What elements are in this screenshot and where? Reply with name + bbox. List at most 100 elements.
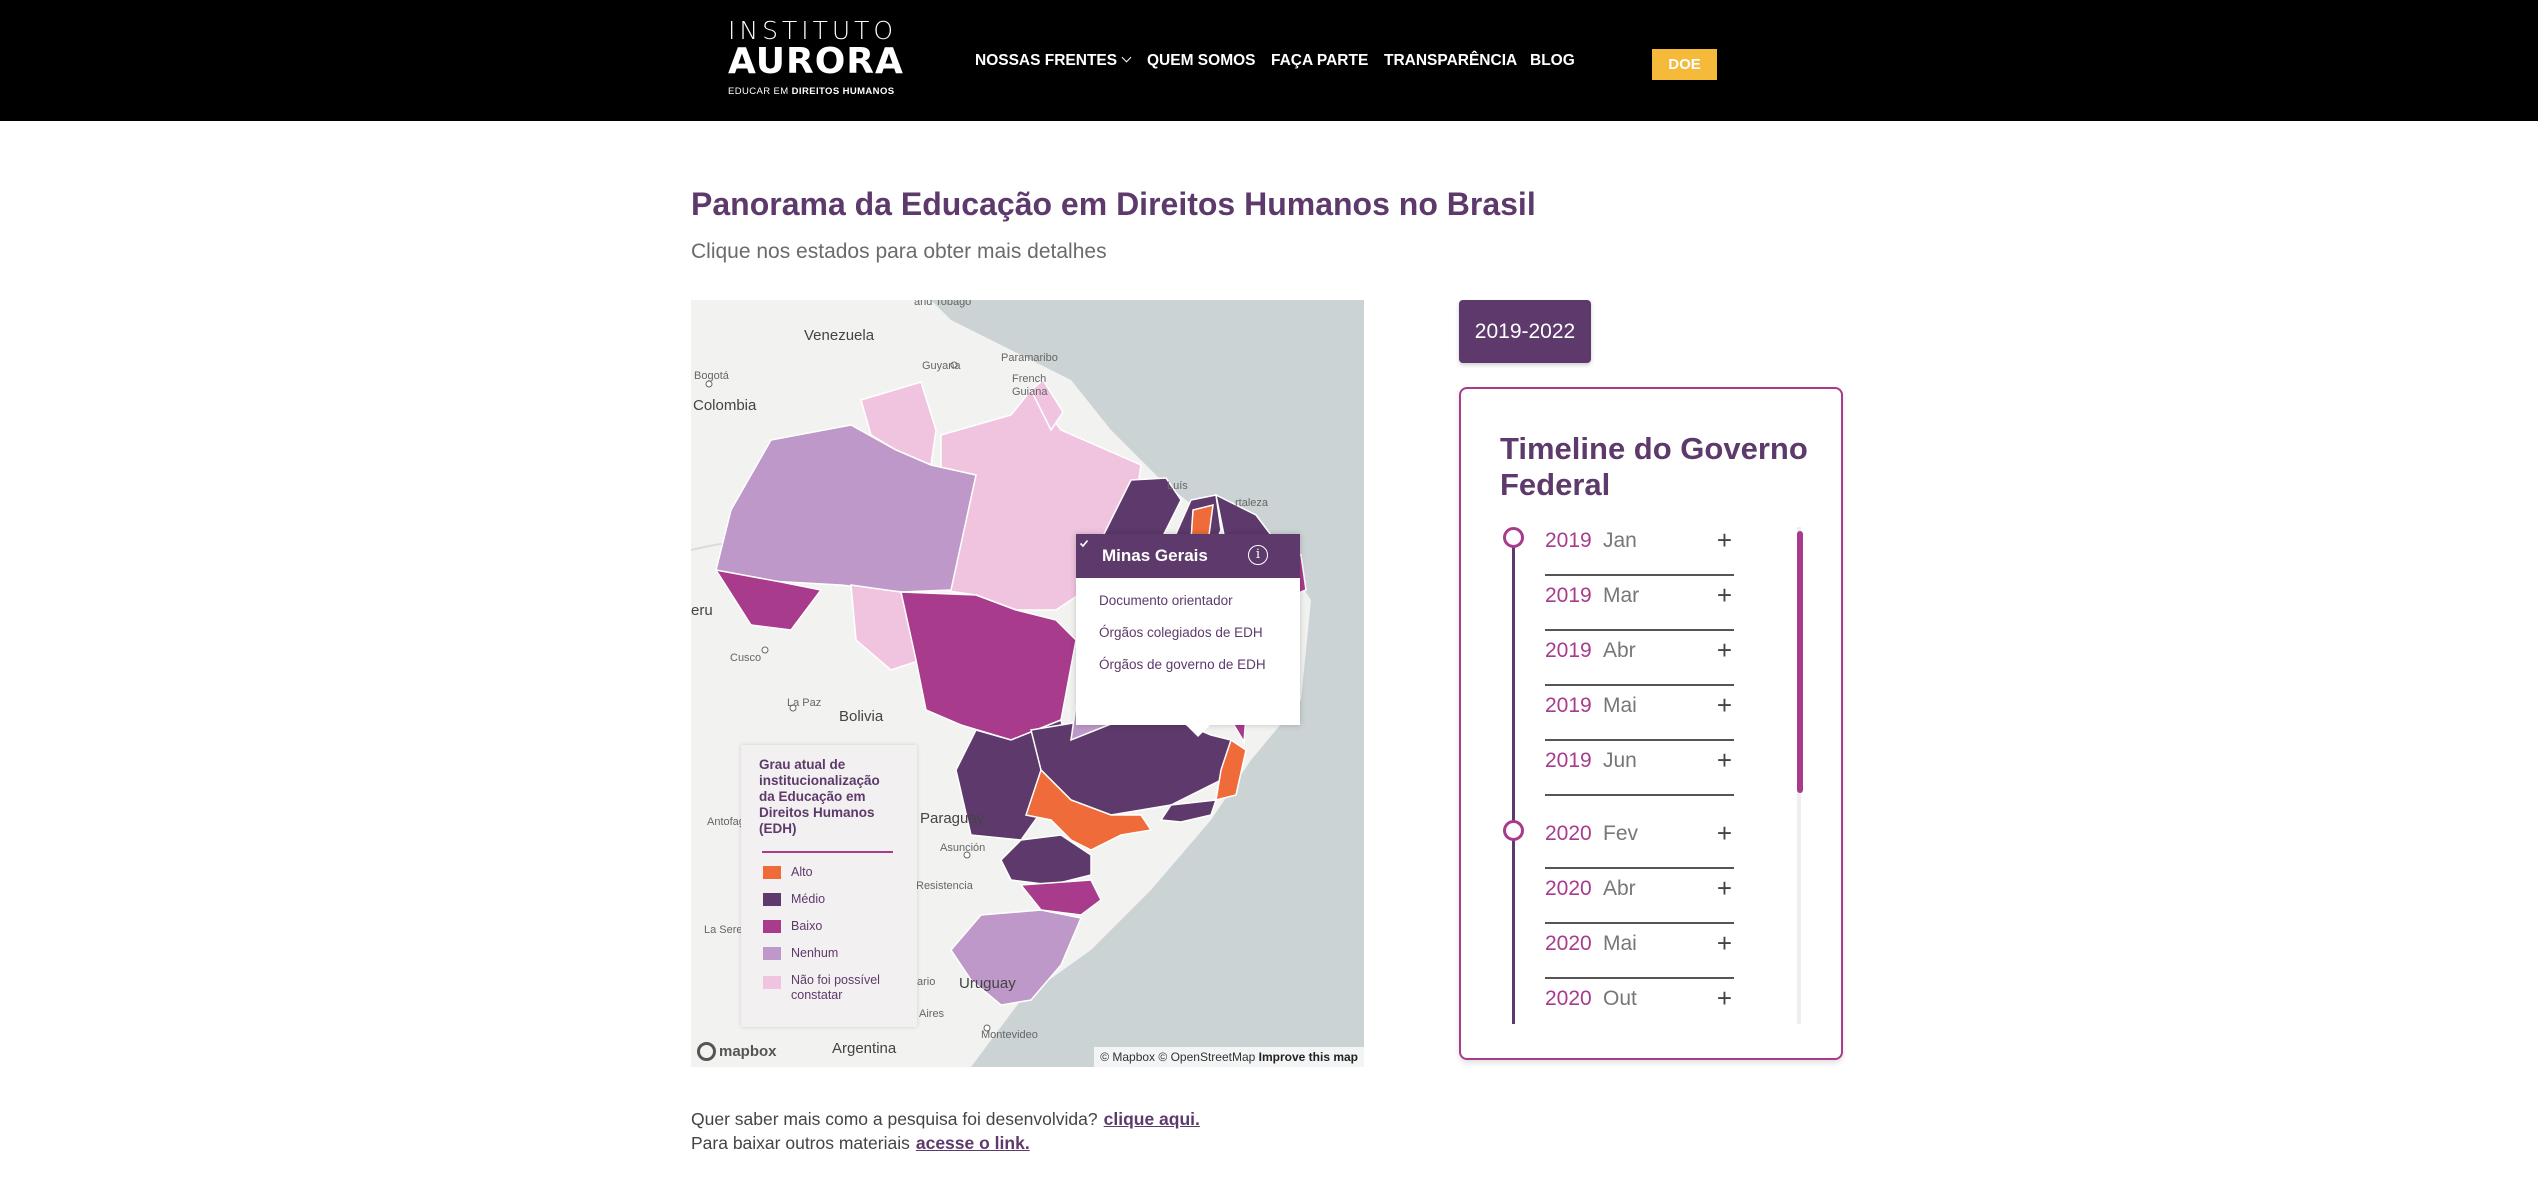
legend-label: Médio xyxy=(791,892,826,906)
timeline-dot xyxy=(1503,527,1524,548)
city-dot xyxy=(761,646,769,654)
timeline-line xyxy=(1512,537,1515,837)
label-la-serena: La Sere xyxy=(704,924,743,936)
popup-row-label: Órgãos de governo de EDH xyxy=(1099,657,1266,672)
entry-month: Jan xyxy=(1603,529,1637,552)
plus-icon[interactable]: + xyxy=(1717,818,1732,849)
legend-item-baixo: Baixo xyxy=(759,919,899,934)
timeline-entry[interactable]: 2019 Mai + xyxy=(1545,686,1734,741)
label-tobago: and Tobago xyxy=(914,300,972,308)
acesse-o-link[interactable]: acesse o link. xyxy=(916,1133,1030,1153)
nav-quem-somos[interactable]: QUEM SOMOS xyxy=(1147,52,1256,70)
entry-month: Mai xyxy=(1603,932,1637,955)
timeline-entry[interactable]: 2020 Out + xyxy=(1545,979,1734,1024)
entry-year: 2019 xyxy=(1545,584,1592,607)
entry-year: 2020 xyxy=(1545,877,1592,900)
label-asuncion: Asunción xyxy=(940,842,986,854)
nav-blog[interactable]: BLOG xyxy=(1530,52,1575,70)
plus-icon[interactable]: + xyxy=(1717,873,1732,904)
nav-nossas-frentes[interactable]: NOSSAS FRENTES xyxy=(975,52,1132,70)
research-info-text: Quer saber mais como a pesquisa foi dese… xyxy=(691,1109,1098,1129)
label-sao-luis: Luís xyxy=(1167,480,1188,492)
timeline-scroll-area[interactable]: 2019 Jan + 2019 Mar + 2019 Abr + 2019 Mai + 2019… xyxy=(1461,527,1841,1024)
plus-icon[interactable]: + xyxy=(1717,745,1732,776)
label-antofagasta: Antofag xyxy=(707,816,745,828)
timeline-entry[interactable]: 2019 Jun + xyxy=(1545,741,1734,796)
period-button[interactable]: 2019-2022 xyxy=(1459,300,1591,363)
plus-icon[interactable]: + xyxy=(1717,527,1732,556)
label-montevideo: Montevideo xyxy=(981,1029,1038,1041)
info-icon[interactable]: i xyxy=(1248,545,1268,565)
legend-swatch xyxy=(763,893,781,906)
label-buenos-aires: Aires xyxy=(919,1008,945,1020)
entry-year: 2019 xyxy=(1545,639,1592,662)
brazil-map[interactable]: and Tobago Venezuela Guyana Paramaribo B… xyxy=(691,300,1364,1067)
entry-month: Fev xyxy=(1603,822,1639,845)
map-legend: Grau atual de institucionalização da Edu… xyxy=(741,745,917,1027)
entry-year: 2020 xyxy=(1545,822,1592,845)
entry-year: 2019 xyxy=(1545,749,1592,772)
timeline-scrollbar-thumb[interactable] xyxy=(1797,531,1803,793)
timeline-line xyxy=(1512,827,1515,1024)
timeline-card: Timeline do Governo Federal 2019 Jan + 201… xyxy=(1459,387,1843,1060)
entry-year: 2020 xyxy=(1545,987,1592,1010)
legend-label: Não foi possível constatar xyxy=(791,973,880,1002)
popup-row-label: Órgãos colegiados de EDH xyxy=(1099,625,1263,640)
legend-label: Nenhum xyxy=(791,946,839,960)
popup-row-colegiados: Órgãos colegiados de EDH xyxy=(1076,535,1300,642)
plus-icon[interactable]: + xyxy=(1717,928,1732,959)
clique-aqui-link[interactable]: clique aqui. xyxy=(1104,1109,1200,1129)
plus-icon[interactable]: + xyxy=(1717,983,1732,1014)
research-info-line: Quer saber mais como a pesquisa foi dese… xyxy=(691,1109,1200,1130)
logo-tagline-b: DIREITOS HUMANOS xyxy=(791,86,895,97)
timeline-entry[interactable]: 2020 Mai + xyxy=(1545,924,1734,979)
popup-state-name: Minas Gerais xyxy=(1102,546,1208,565)
plus-icon[interactable]: + xyxy=(1717,690,1732,721)
check-circle-icon xyxy=(1076,535,1092,551)
label-resistencia: Resistencia xyxy=(916,880,973,892)
attrib-osm-link[interactable]: © OpenStreetMap xyxy=(1158,1050,1255,1064)
label-fortaleza: rtaleza xyxy=(1235,497,1269,509)
popup-header: Minas Gerais i xyxy=(1076,534,1300,578)
timeline-entry[interactable]: 2019 Jan + xyxy=(1545,527,1734,576)
legend-divider xyxy=(762,851,893,853)
legend-item-nao-constatar: Não foi possível constatar xyxy=(759,973,899,1003)
top-navbar: INSTITUTO AURORA EDUCAR EM DIREITOS HUMA… xyxy=(0,0,2538,121)
materials-info-text: Para baixar outros materiais xyxy=(691,1133,910,1153)
legend-swatch xyxy=(763,947,781,960)
entry-month: Mar xyxy=(1603,584,1640,607)
popup-row-documento: Documento orientador xyxy=(1076,535,1300,610)
timeline-entry[interactable]: 2019 Abr + xyxy=(1545,631,1734,686)
plus-icon[interactable]: + xyxy=(1717,580,1732,611)
entry-month: Mai xyxy=(1603,694,1637,717)
entry-year: 2020 xyxy=(1545,932,1592,955)
instituto-aurora-logo[interactable]: INSTITUTO AURORA EDUCAR EM DIREITOS HUMA… xyxy=(728,18,904,98)
logo-line-aurora: AURORA xyxy=(728,41,904,82)
timeline-entry[interactable]: 2020 Abr + xyxy=(1545,869,1734,924)
label-venezuela: Venezuela xyxy=(804,327,875,344)
mapbox-logo[interactable]: mapbox xyxy=(697,1042,777,1061)
legend-item-alto: Alto xyxy=(759,865,899,880)
label-paramaribo: Paramaribo xyxy=(1001,352,1058,364)
logo-tagline-a: EDUCAR EM xyxy=(728,86,789,97)
plus-icon[interactable]: + xyxy=(1717,635,1732,666)
mapbox-wordmark: mapbox xyxy=(719,1043,777,1060)
nav-transparencia[interactable]: TRANSPARÊNCIA xyxy=(1384,52,1517,70)
label-la-paz: La Paz xyxy=(787,697,822,709)
attrib-mapbox-link[interactable]: © Mapbox xyxy=(1100,1050,1155,1064)
legend-title: Grau atual de institucionalização da Edu… xyxy=(759,757,880,836)
legend-swatch xyxy=(763,920,781,933)
legend-swatch xyxy=(763,866,781,879)
label-bolivia: Bolivia xyxy=(839,708,884,725)
label-french-guiana: French Guiana xyxy=(1012,373,1048,398)
donate-button[interactable]: DOE xyxy=(1652,49,1717,80)
entry-month: Out xyxy=(1603,987,1637,1010)
timeline-entry[interactable]: 2019 Mar + xyxy=(1545,576,1734,631)
label-argentina: Argentina xyxy=(832,1040,897,1057)
improve-map-link[interactable]: Improve this map xyxy=(1259,1050,1358,1064)
label-bogota: Bogotá xyxy=(694,370,729,382)
popup-row-governo: Órgãos de governo de EDH xyxy=(1076,535,1300,674)
timeline-entry[interactable]: 2020 Fev + xyxy=(1545,814,1734,869)
nav-faca-parte[interactable]: FAÇA PARTE xyxy=(1271,52,1368,70)
label-guyana: Guyana xyxy=(922,360,961,372)
